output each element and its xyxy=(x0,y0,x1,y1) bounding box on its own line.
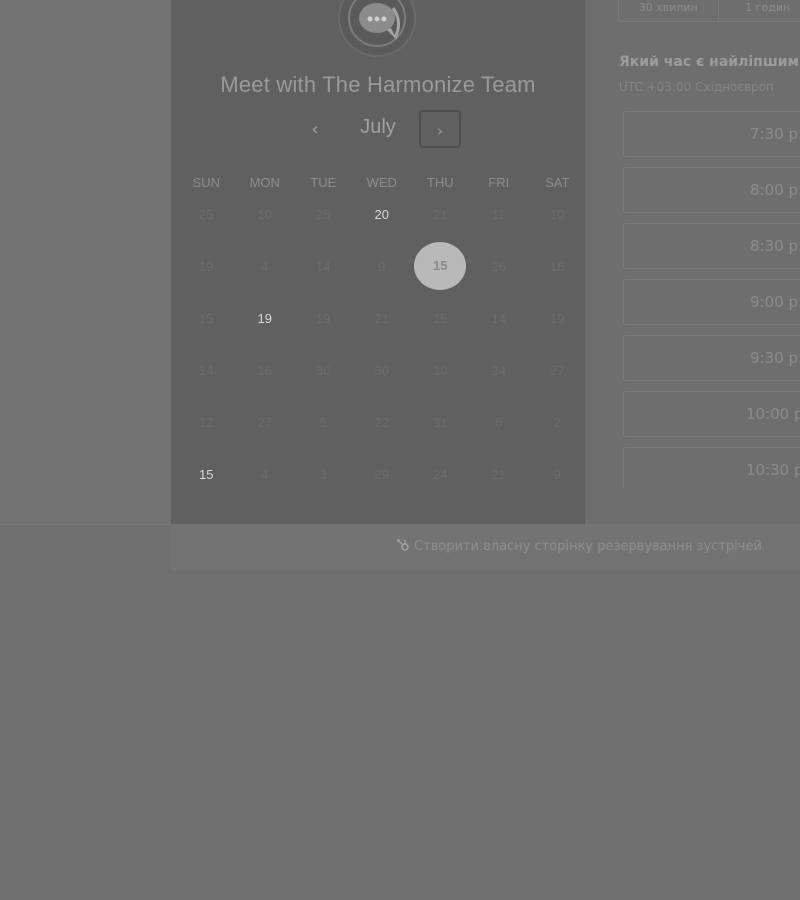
calendar-day: 22 xyxy=(374,414,389,430)
calendar-day: 10 xyxy=(257,206,272,222)
calendar-day: 4 xyxy=(261,258,269,274)
calendar-day: 4 xyxy=(261,466,269,482)
time-slot-label: 8:00 p xyxy=(750,181,798,199)
time-slot-label: 10:00 p xyxy=(746,405,800,423)
calendar-day: 5 xyxy=(319,414,327,430)
week-row: 15 19 19 21 15 14 19 xyxy=(177,292,587,344)
calendar-day: 14 xyxy=(491,310,506,326)
time-slot-label: 10:30 p xyxy=(746,461,800,479)
time-slot[interactable]: 9:30 p xyxy=(623,335,800,381)
selected-day-label: 15 xyxy=(414,242,467,290)
week-row: 12 27 5 22 31 6 2 xyxy=(177,396,587,448)
duration-tab-1hour[interactable]: 1 годин xyxy=(717,0,800,21)
calendar-day: 21 xyxy=(433,206,448,222)
time-slot[interactable]: 10:00 p xyxy=(623,391,800,437)
time-slot-label: 7:30 p xyxy=(750,125,798,143)
chat-bubble-avatar-icon xyxy=(337,0,417,58)
calendar-day: 10 xyxy=(550,206,565,222)
calendar-day: 14 xyxy=(199,362,214,378)
calendar-day: 3 xyxy=(319,466,327,482)
calendar-day: 18 xyxy=(550,258,565,274)
meeting-title: Meet with The Harmonize Team xyxy=(220,72,536,97)
divider xyxy=(0,524,171,525)
calendar-day: 30 xyxy=(374,362,389,378)
page-overlay: Meet with The Harmonize Team ‹ July › SU… xyxy=(0,0,800,900)
time-slot-label: 8:30 p xyxy=(750,237,798,255)
time-slot-list[interactable]: 7:30 p 8:00 p 8:30 p 9:00 p 9:30 p 10:00… xyxy=(623,111,800,488)
calendar-day: 31 xyxy=(433,414,448,430)
month-label: July xyxy=(360,116,396,138)
calendar-day: 24 xyxy=(433,466,448,482)
calendar-day: 26 xyxy=(491,258,506,274)
prev-month-button[interactable]: ‹ xyxy=(299,114,331,146)
calendar-day: 21 xyxy=(491,466,506,482)
calendar-day: 25 xyxy=(316,206,331,222)
week-row: 15 4 3 29 24 21 9 xyxy=(177,448,587,500)
calendar-day: 27 xyxy=(550,362,565,378)
week-row: 14 16 30 30 10 24 27 xyxy=(177,344,587,396)
calendar-day: 29 xyxy=(374,466,389,482)
hubspot-sprocket-icon xyxy=(396,538,410,552)
calendar-day: 19 xyxy=(550,310,565,326)
time-question-heading: Який час є найліпшим xyxy=(619,54,799,70)
calendar-day: 10 xyxy=(433,362,448,378)
time-slot-label: 9:00 p xyxy=(750,293,798,311)
week-row: 19 4 14 9 15 26 18 xyxy=(177,240,587,292)
next-month-button[interactable]: › xyxy=(419,110,461,148)
calendar-day: 9 xyxy=(378,258,386,274)
calendar-day: 2 xyxy=(553,414,561,430)
calendar-day: 30 xyxy=(316,362,331,378)
time-slot[interactable]: 9:00 p xyxy=(623,279,800,325)
calendar-day: 9 xyxy=(553,466,561,482)
time-slot[interactable]: 10:30 p xyxy=(623,447,800,488)
calendar-day: 16 xyxy=(257,362,272,378)
time-slot[interactable]: 8:00 p xyxy=(623,167,800,213)
month-navigation: ‹ July › xyxy=(171,110,585,150)
calendar-day: 24 xyxy=(491,362,506,378)
calendar-day: 15 xyxy=(199,310,214,326)
calendar-day: 19 xyxy=(199,258,214,274)
create-booking-page-link[interactable]: Створити власну сторінку резервування зу… xyxy=(396,538,762,554)
calendar-day: 12 xyxy=(199,414,214,430)
calendar-day-available[interactable]: 19 xyxy=(236,311,295,326)
calendar-day: 27 xyxy=(257,414,272,430)
week-row: 25 10 25 20 21 11 10 xyxy=(177,188,587,240)
timezone-selector[interactable]: UTC +03:00 Східноєвроп xyxy=(619,80,774,94)
calendar-panel: Meet with The Harmonize Team ‹ July › SU… xyxy=(171,0,585,524)
calendar-day: 19 xyxy=(316,310,331,326)
calendar-day: 14 xyxy=(316,258,331,274)
calendar-day: 21 xyxy=(374,310,389,326)
footer-bar: Створити власну сторінку резервування зу… xyxy=(171,524,800,570)
duration-tabs: 30 хвилин 1 годин xyxy=(618,0,800,22)
left-backdrop xyxy=(0,0,171,524)
calendar-day: 25 xyxy=(199,206,214,222)
time-slot-label: 9:30 p xyxy=(750,349,798,367)
calendar-day: 6 xyxy=(495,414,503,430)
time-slot-panel: 30 хвилин 1 годин Який час є найліпшим U… xyxy=(585,0,800,524)
footer-link-text: Створити власну сторінку резервування зу… xyxy=(414,539,762,554)
calendar-day-available[interactable]: 20 xyxy=(353,207,412,222)
duration-tab-30min[interactable]: 30 хвилин xyxy=(619,0,718,21)
calendar-days-grid: 25 10 25 20 21 11 10 19 4 14 9 15 26 18 … xyxy=(177,188,587,500)
calendar-day: 11 xyxy=(492,206,506,222)
time-slot[interactable]: 8:30 p xyxy=(623,223,800,269)
calendar-day-available[interactable]: 15 xyxy=(177,467,236,482)
time-slot[interactable]: 7:30 p xyxy=(623,111,800,157)
calendar-day-selected[interactable]: 15 xyxy=(411,242,470,290)
calendar-day: 15 xyxy=(433,310,448,326)
